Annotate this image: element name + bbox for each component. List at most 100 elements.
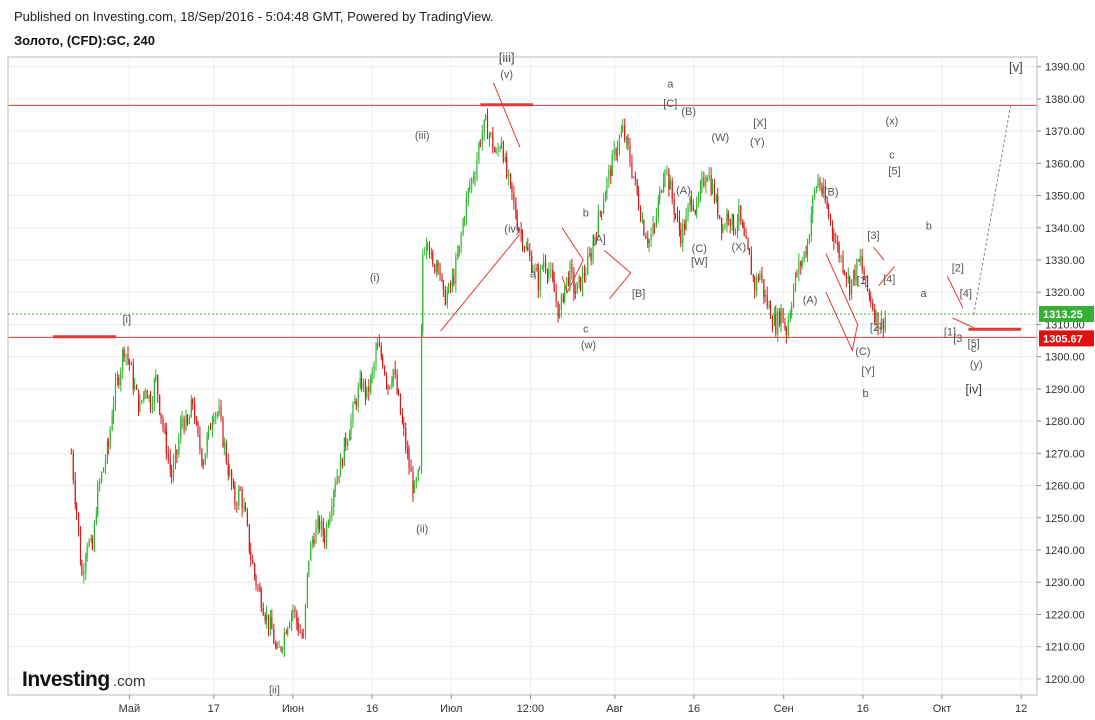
- candle-body: [696, 202, 698, 213]
- candle-body: [201, 449, 203, 463]
- candle-body: [294, 608, 296, 612]
- time-axis[interactable]: Май 17 Июн 16 Июл 12:00 Авг 16 Сен 16 Окт 12: [119, 695, 1028, 715]
- logo-wordmark: Investing: [22, 668, 110, 691]
- candle-body: [287, 627, 289, 634]
- candle-body: [884, 317, 886, 330]
- candle-body: [599, 211, 601, 213]
- candle-body: [164, 427, 166, 431]
- candle-body: [469, 185, 471, 189]
- candle-body: [426, 243, 429, 245]
- x-tick-label: Окт: [933, 703, 952, 715]
- x-tick-label: 16: [688, 703, 700, 715]
- candle-body: [812, 196, 814, 215]
- candle-body: [655, 216, 657, 225]
- candle-body: [320, 521, 322, 530]
- candle-body: [803, 251, 805, 261]
- candle-body: [289, 623, 291, 628]
- candle-body: [91, 538, 94, 550]
- candle-body: [626, 137, 628, 141]
- candle-body: [590, 253, 592, 261]
- candle-body: [671, 180, 673, 200]
- candle-body: [674, 214, 677, 216]
- candle-body: [816, 186, 818, 191]
- candle-body: [882, 319, 884, 330]
- candle-body: [408, 452, 410, 469]
- candle-body: [86, 546, 88, 557]
- candle-body: [420, 330, 423, 467]
- candle-body: [250, 551, 252, 560]
- candle-body: [315, 526, 317, 544]
- candle-body: [827, 207, 830, 217]
- candle-body: [604, 192, 607, 202]
- candle-body: [260, 591, 262, 608]
- price-chart[interactable]: [i][ii][iii](v)(iii)(iv)(i)(ii)abc(w)[A]…: [0, 0, 1095, 720]
- candle-body: [653, 224, 656, 226]
- candle-body: [868, 289, 871, 296]
- candle-body: [859, 256, 861, 261]
- price-axis[interactable]: 1200.00 1210.00 1220.00 1230.00 1240.00 1250.…: [1037, 62, 1085, 686]
- wave-label: b: [862, 388, 868, 400]
- candle-body: [283, 632, 285, 649]
- candle-body: [643, 220, 645, 236]
- candle-body: [479, 143, 481, 145]
- candle-body: [448, 284, 450, 293]
- candle-body: [794, 273, 797, 290]
- candle-body: [769, 304, 772, 320]
- wave-label: [2]: [952, 262, 964, 274]
- wave-label: (W): [712, 132, 730, 144]
- candle-body: [213, 417, 215, 423]
- candle-body: [539, 267, 541, 291]
- candle-body: [207, 426, 210, 437]
- candle-body: [732, 214, 735, 234]
- candle-body: [318, 517, 320, 530]
- candle-body: [492, 132, 494, 149]
- candle-body: [569, 263, 571, 285]
- candle-body: [350, 419, 352, 435]
- candle-body: [123, 349, 125, 357]
- candle-body: [144, 390, 146, 392]
- x-tick-label: Май: [119, 703, 141, 715]
- candle-body: [759, 273, 761, 280]
- candle-body: [474, 177, 476, 179]
- candle-body: [500, 142, 502, 148]
- candle-body: [104, 460, 107, 468]
- wave-label: [X]: [753, 117, 766, 129]
- candle-body: [220, 407, 222, 418]
- candle-body: [798, 261, 800, 275]
- candle-body: [444, 289, 446, 305]
- candle-body: [771, 319, 774, 326]
- x-tick-label: 17: [208, 703, 220, 715]
- candle-body: [430, 252, 433, 255]
- candle-body: [845, 273, 847, 279]
- horizontal-levels: [8, 104, 1037, 338]
- candle-body: [796, 273, 798, 275]
- candle-body: [114, 381, 117, 403]
- candle-body: [645, 235, 647, 239]
- y-tick-label: 1280.00: [1045, 416, 1085, 428]
- wave-label: (C): [855, 346, 870, 358]
- candle-body: [484, 115, 487, 120]
- candle-body: [833, 233, 835, 242]
- candle-body: [72, 453, 74, 480]
- candle-body: [148, 395, 150, 399]
- candle-body: [441, 275, 443, 281]
- candle-body: [721, 217, 723, 232]
- candle-body: [460, 234, 462, 246]
- x-tick-label: 16: [366, 703, 378, 715]
- candle-body: [525, 246, 528, 249]
- candle-body: [529, 250, 531, 256]
- candle-body: [736, 222, 739, 230]
- candle-body: [95, 515, 97, 524]
- candle-body: [74, 479, 76, 505]
- candle-body: [548, 270, 550, 277]
- candle-body: [842, 256, 844, 272]
- candle-body: [576, 281, 578, 294]
- candle-body: [375, 349, 377, 365]
- x-tick-label: Июл: [440, 703, 462, 715]
- candle-body: [380, 346, 382, 358]
- candle-body: [217, 413, 219, 414]
- wave-label: [Y]: [861, 365, 874, 377]
- candle-body: [122, 349, 124, 371]
- candle-body: [787, 320, 789, 336]
- candle-body: [364, 381, 367, 397]
